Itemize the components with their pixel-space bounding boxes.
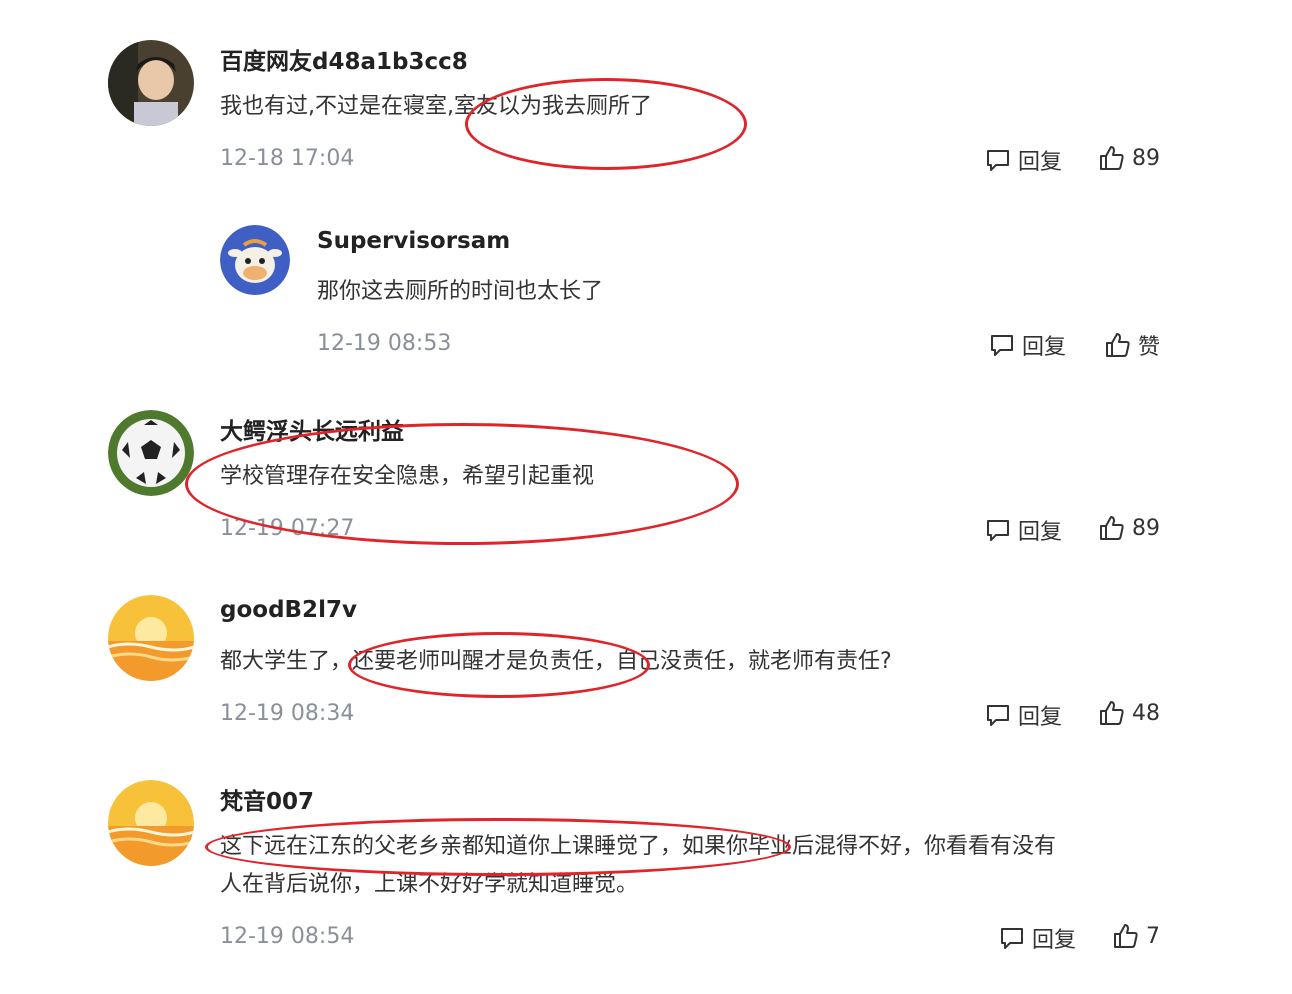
comment-bubble-icon xyxy=(991,335,1013,356)
comment-timestamp: 12-19 07:27 xyxy=(220,516,355,541)
like-label: 赞 xyxy=(1138,335,1161,360)
comment-username[interactable]: 百度网友d48a1b3cc8 xyxy=(220,42,468,76)
thumbs-up-icon xyxy=(1100,516,1124,540)
sunset-avatar-icon xyxy=(108,780,194,866)
photo-avatar-icon xyxy=(108,40,194,126)
comment-bubble-icon xyxy=(987,705,1009,726)
user-avatar[interactable] xyxy=(108,40,194,126)
comment-text-line2: 人在背后说你，上课不好好学就知道睡觉。 xyxy=(220,872,639,897)
reply-label: 回复 xyxy=(1018,520,1063,545)
reply-button[interactable]: 回复 xyxy=(998,922,1076,954)
like-count: 89 xyxy=(1132,515,1160,541)
reply-button[interactable]: 回复 xyxy=(984,144,1062,176)
reply-button[interactable]: 回复 xyxy=(988,329,1066,361)
comment-username[interactable]: goodB2l7v xyxy=(220,597,357,623)
reply-button[interactable]: 回复 xyxy=(984,514,1062,546)
comment-text: 我也有过,不过是在寝室,室友以为我去厕所了 xyxy=(220,94,652,119)
user-avatar[interactable] xyxy=(108,780,194,866)
comment-timestamp: 12-18 17:04 xyxy=(220,146,355,171)
comment-text: 学校管理存在安全隐患，希望引起重视 xyxy=(220,464,595,489)
comment-bubble-icon xyxy=(987,520,1009,541)
like-count: 7 xyxy=(1146,923,1160,949)
reply-label: 回复 xyxy=(1018,705,1063,730)
cow-cartoon-avatar-icon xyxy=(220,225,290,295)
comment-timestamp: 12-19 08:34 xyxy=(220,701,355,726)
reply-label: 回复 xyxy=(1022,335,1067,360)
thumbs-up-icon xyxy=(1100,146,1124,170)
user-avatar[interactable] xyxy=(108,595,194,681)
like-button[interactable]: 89 xyxy=(1098,144,1160,172)
comment-bubble-icon xyxy=(987,150,1009,171)
comment-text-line1: 这下远在江东的父老乡亲都知道你上课睡觉了，如果你毕业后混得不好，你看看有没有 xyxy=(220,834,1057,859)
like-count: 89 xyxy=(1132,145,1160,171)
comment-username[interactable]: 梵音007 xyxy=(220,782,314,816)
soccer-ball-avatar-icon xyxy=(108,410,194,496)
comment-text: 都大学生了，还要老师叫醒才是负责任，自己没责任，就老师有责任? xyxy=(220,649,892,674)
reply-button[interactable]: 回复 xyxy=(984,699,1062,731)
comment-timestamp: 12-19 08:54 xyxy=(220,924,355,949)
like-button[interactable]: 89 xyxy=(1098,514,1160,542)
comment-timestamp: 12-19 08:53 xyxy=(317,331,452,356)
user-avatar[interactable] xyxy=(108,410,194,496)
comment-username[interactable]: Supervisorsam xyxy=(317,228,510,254)
like-button[interactable]: 赞 xyxy=(1104,329,1160,361)
reply-label: 回复 xyxy=(1032,928,1077,953)
like-count: 48 xyxy=(1132,700,1160,726)
sunset-avatar-icon xyxy=(108,595,194,681)
thumbs-up-icon xyxy=(1100,701,1124,725)
like-button[interactable]: 48 xyxy=(1098,699,1160,727)
comment-username[interactable]: 大鳄浮头长远利益 xyxy=(220,412,404,446)
thumbs-up-icon xyxy=(1114,924,1138,948)
thumbs-up-icon xyxy=(1106,333,1130,357)
comment-text: 那你这去厕所的时间也太长了 xyxy=(317,279,604,304)
comment-bubble-icon xyxy=(1001,928,1023,949)
user-avatar[interactable] xyxy=(220,225,290,295)
reply-label: 回复 xyxy=(1018,150,1063,175)
like-button[interactable]: 7 xyxy=(1112,922,1160,950)
